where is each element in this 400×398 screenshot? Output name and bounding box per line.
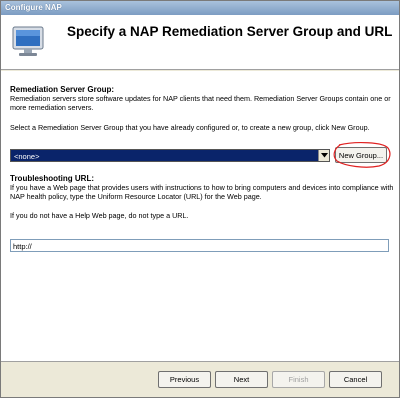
remediation-description: Remediation servers store software updat… [10, 94, 391, 112]
chevron-down-icon[interactable] [318, 150, 329, 161]
window-title: Configure NAP [1, 1, 399, 15]
troubleshooting-heading: Troubleshooting URL: [10, 174, 94, 183]
cancel-button[interactable]: Cancel [329, 371, 382, 388]
computer-monitor-icon [12, 26, 44, 56]
configure-nap-window: Configure NAP Specify a NAP Remediation … [0, 0, 400, 398]
url-value: http:// [13, 242, 32, 251]
troubleshooting-url-input[interactable]: http:// [10, 239, 389, 252]
finish-button[interactable]: Finish [272, 371, 325, 388]
next-button[interactable]: Next [215, 371, 268, 388]
previous-button[interactable]: Previous [158, 371, 211, 388]
remediation-group-select[interactable]: <none> [10, 149, 330, 162]
troubleshooting-note: If you do not have a Help Web page, do n… [10, 211, 189, 220]
wizard-footer: Previous Next Finish Cancel [1, 361, 399, 397]
page-title: Specify a NAP Remediation Server Group a… [67, 24, 393, 39]
new-group-button[interactable]: New Group... [335, 147, 387, 163]
remediation-heading: Remediation Server Group: [10, 85, 115, 94]
wizard-header: Specify a NAP Remediation Server Group a… [1, 15, 399, 70]
wizard-content: Remediation Server Group: Remediation se… [1, 71, 399, 361]
selected-group-value: <none> [14, 152, 40, 161]
troubleshooting-description: If you have a Web page that provides use… [10, 183, 394, 201]
remediation-instruction: Select a Remediation Server Group that y… [10, 123, 370, 132]
